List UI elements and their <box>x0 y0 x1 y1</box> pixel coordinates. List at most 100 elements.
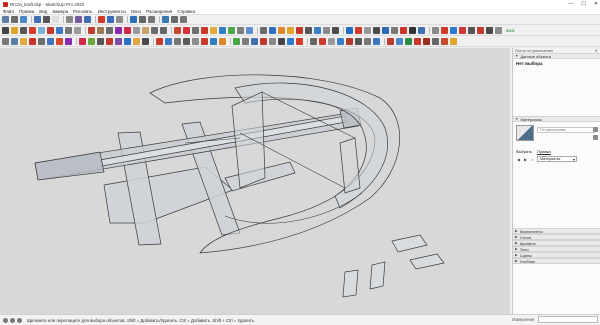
tool-button-icon[interactable] <box>29 37 36 45</box>
home-icon[interactable]: ⌂ <box>530 157 535 162</box>
tool-button-icon[interactable] <box>346 37 353 45</box>
tool-button-icon[interactable] <box>88 37 95 45</box>
tool-button-icon[interactable] <box>142 26 149 34</box>
tool-button-icon[interactable] <box>314 26 321 34</box>
tool-button-icon[interactable] <box>43 16 50 23</box>
tool-button-icon[interactable] <box>165 37 172 45</box>
tool-button-icon[interactable] <box>47 37 54 45</box>
tool-button-icon[interactable] <box>88 26 95 34</box>
material-name-field[interactable]: По умолчанию <box>537 127 595 133</box>
tool-button-icon[interactable] <box>192 37 199 45</box>
menu-file[interactable]: Файл <box>3 9 14 14</box>
credits-icon[interactable] <box>10 317 15 323</box>
tool-button-icon[interactable] <box>219 37 226 45</box>
tray-pin-icon[interactable]: ✕ <box>595 48 598 53</box>
tool-button-icon[interactable] <box>409 26 416 34</box>
close-button[interactable]: ✕ <box>594 0 598 8</box>
tool-button-icon[interactable] <box>183 26 190 34</box>
tool-button-icon[interactable] <box>124 26 131 34</box>
tool-button-icon[interactable] <box>450 37 457 45</box>
tool-button-icon[interactable] <box>52 16 59 23</box>
menu-view[interactable]: Вид <box>39 9 47 14</box>
tool-button-icon[interactable] <box>106 37 113 45</box>
tool-button-icon[interactable] <box>20 26 27 34</box>
tab-edit[interactable]: Правка <box>537 149 551 155</box>
tool-button-icon[interactable] <box>97 37 104 45</box>
tool-button-icon[interactable] <box>192 26 199 34</box>
tool-button-icon[interactable] <box>2 16 9 23</box>
tool-button-icon[interactable] <box>106 26 113 34</box>
tool-button-icon[interactable] <box>74 26 81 34</box>
tool-button-icon[interactable] <box>139 16 146 23</box>
tool-button-icon[interactable] <box>11 16 18 23</box>
tool-button-icon[interactable] <box>75 16 82 23</box>
tool-button-icon[interactable] <box>142 37 149 45</box>
tool-button-icon[interactable] <box>219 26 226 34</box>
tool-button-icon[interactable] <box>210 26 217 34</box>
tool-button-icon[interactable] <box>251 37 258 45</box>
tool-button-icon[interactable] <box>210 37 217 45</box>
tool-button-icon[interactable] <box>364 37 371 45</box>
tool-button-icon[interactable] <box>56 37 63 45</box>
tool-button-icon[interactable] <box>373 26 380 34</box>
tool-button-icon[interactable] <box>387 37 394 45</box>
tool-button-icon[interactable] <box>432 26 439 34</box>
tool-button-icon[interactable] <box>84 16 91 23</box>
tool-button-icon[interactable] <box>174 37 181 45</box>
tool-button-icon[interactable] <box>364 26 371 34</box>
tool-button-icon[interactable] <box>278 26 285 34</box>
tool-button-icon[interactable] <box>346 26 353 34</box>
tool-button-icon[interactable] <box>418 26 425 34</box>
tool-button-icon[interactable] <box>305 26 312 34</box>
tool-button-icon[interactable] <box>11 26 18 34</box>
tool-button-icon[interactable] <box>160 26 167 34</box>
tool-button-icon[interactable] <box>174 26 181 34</box>
tool-button-icon[interactable] <box>337 37 344 45</box>
tool-button-icon[interactable] <box>246 26 253 34</box>
tool-button-icon[interactable] <box>98 16 105 23</box>
tool-button-icon[interactable] <box>373 37 380 45</box>
tool-button-icon[interactable] <box>278 37 285 45</box>
svg-export-button[interactable]: SVG <box>506 28 514 33</box>
tool-button-icon[interactable] <box>319 37 326 45</box>
tool-button-icon[interactable] <box>441 37 448 45</box>
tool-button-icon[interactable] <box>11 37 18 45</box>
tool-button-icon[interactable] <box>115 26 122 34</box>
tool-button-icon[interactable] <box>2 26 9 34</box>
tool-button-icon[interactable] <box>432 37 439 45</box>
tool-button-icon[interactable] <box>228 26 235 34</box>
tool-button-icon[interactable] <box>34 16 41 23</box>
tool-button-icon[interactable] <box>260 26 267 34</box>
tool-button-icon[interactable] <box>459 26 466 34</box>
menu-tools[interactable]: Инструменты <box>98 9 126 14</box>
tool-button-icon[interactable] <box>162 16 169 23</box>
tool-button-icon[interactable] <box>171 16 178 23</box>
materials-panel-header[interactable]: ▼ Материалы <box>513 116 600 122</box>
tool-button-icon[interactable] <box>201 37 208 45</box>
menu-edit[interactable]: Правка <box>19 9 34 14</box>
tool-button-icon[interactable] <box>56 26 63 34</box>
tool-button-icon[interactable] <box>287 37 294 45</box>
tool-button-icon[interactable] <box>242 37 249 45</box>
tool-button-icon[interactable] <box>97 26 104 34</box>
tool-button-icon[interactable] <box>310 37 317 45</box>
create-material-icon[interactable] <box>593 127 598 132</box>
tool-button-icon[interactable] <box>296 37 303 45</box>
tool-button-icon[interactable] <box>287 26 294 34</box>
tool-button-icon[interactable] <box>38 26 45 34</box>
tool-button-icon[interactable] <box>441 26 448 34</box>
material-preview-swatch[interactable] <box>516 125 534 141</box>
tool-button-icon[interactable] <box>65 26 72 34</box>
tool-button-icon[interactable] <box>151 26 158 34</box>
sample-paint-icon[interactable] <box>593 135 598 140</box>
menu-window[interactable]: Окно <box>131 9 141 14</box>
forward-arrow-icon[interactable]: ▶ <box>523 157 528 162</box>
tool-button-icon[interactable] <box>405 37 412 45</box>
tool-button-icon[interactable] <box>260 37 267 45</box>
tool-button-icon[interactable] <box>328 37 335 45</box>
tool-button-icon[interactable] <box>65 37 72 45</box>
help-info-icon[interactable] <box>17 317 22 323</box>
tool-button-icon[interactable] <box>116 16 123 23</box>
tool-button-icon[interactable] <box>183 37 190 45</box>
tool-button-icon[interactable] <box>269 37 276 45</box>
